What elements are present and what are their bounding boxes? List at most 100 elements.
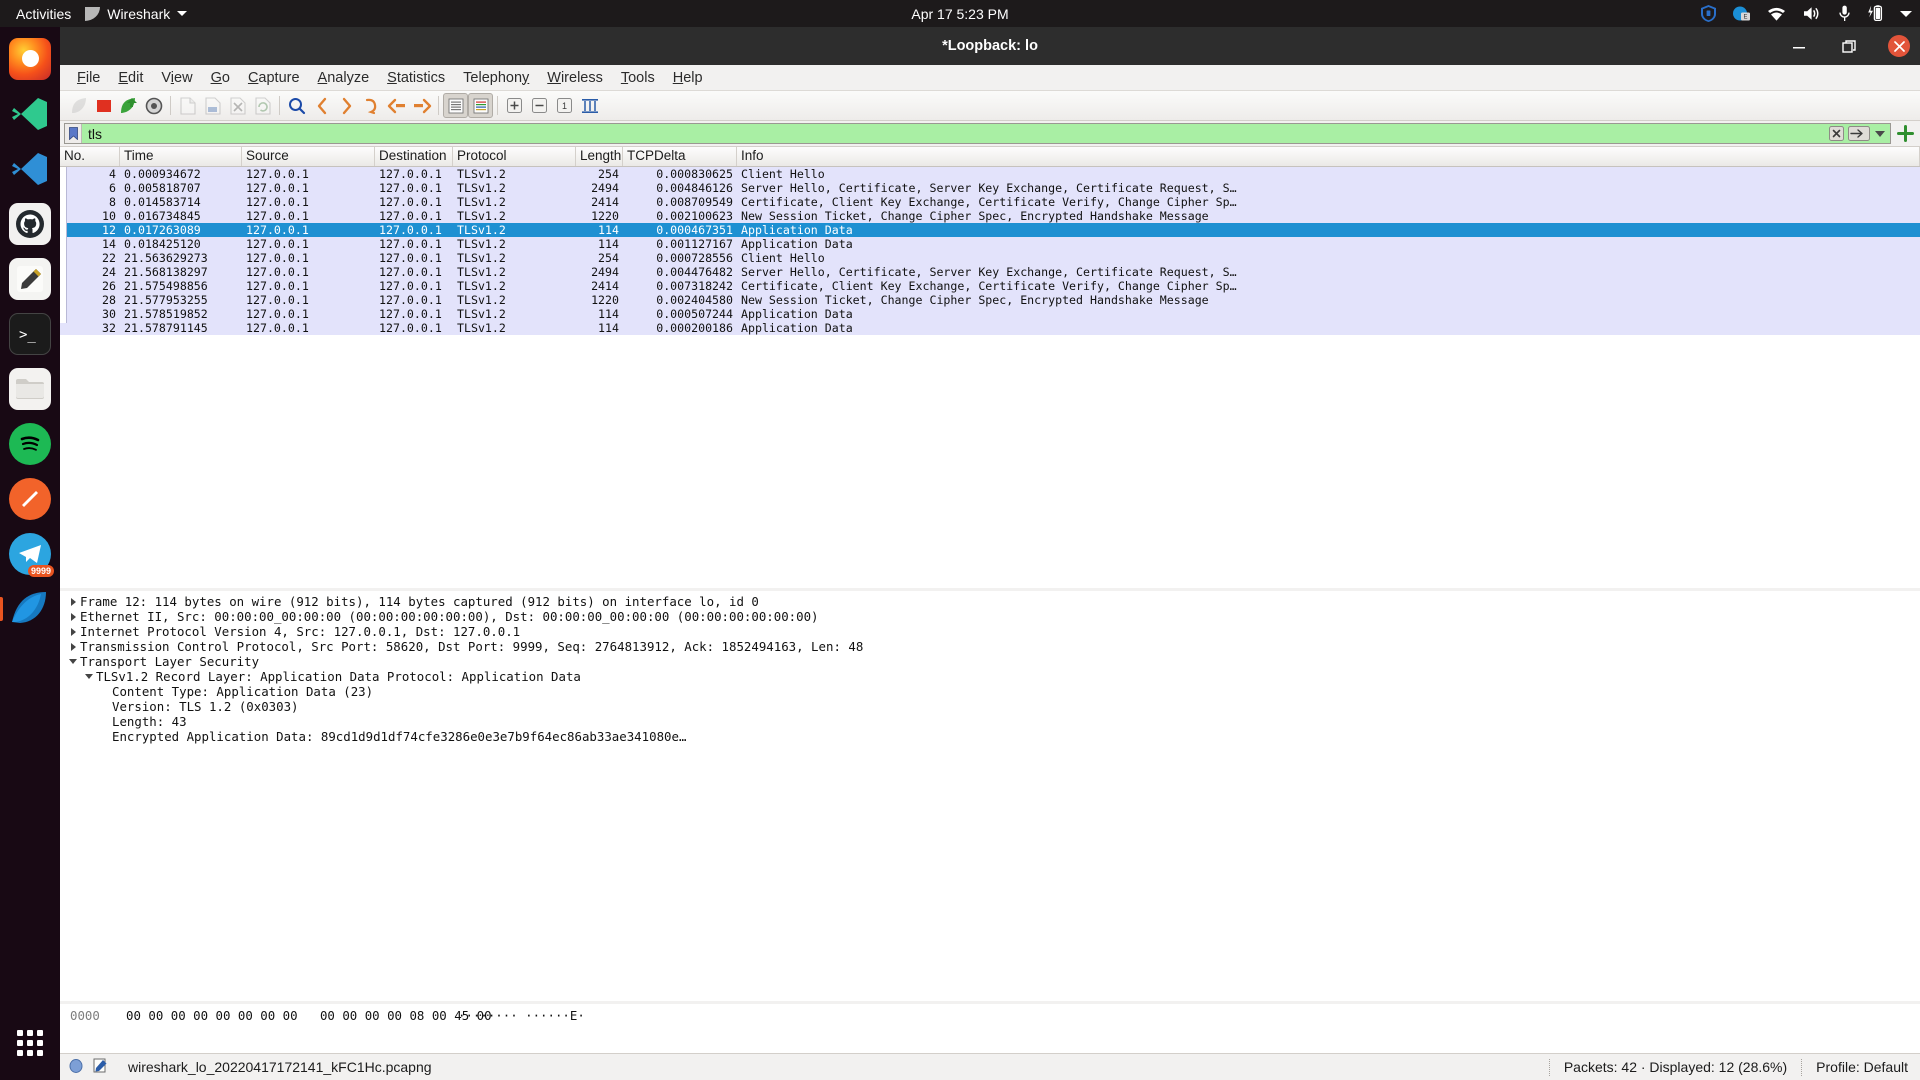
wifi-icon[interactable]: [1767, 7, 1786, 21]
close-button[interactable]: [1888, 35, 1910, 57]
column-header-destination[interactable]: Destination: [375, 147, 453, 166]
expert-info-icon[interactable]: [68, 1058, 84, 1077]
detail-tree-item[interactable]: Length: 43: [60, 714, 1920, 729]
packet-bytes[interactable]: 0000 00 00 00 00 00 00 00 00 00 00 00 00 …: [60, 1004, 1920, 1053]
column-header-length[interactable]: Length: [576, 147, 623, 166]
go-back-icon[interactable]: [309, 93, 334, 118]
menu-capture[interactable]: Capture: [239, 68, 309, 88]
menu-edit[interactable]: Edit: [109, 68, 152, 88]
chevron-right-icon[interactable]: [66, 612, 80, 621]
dock-item-text-editor[interactable]: [0, 251, 60, 306]
chevron-down-icon[interactable]: [82, 674, 96, 679]
chevron-right-icon[interactable]: [66, 597, 80, 606]
go-forward-icon[interactable]: [334, 93, 359, 118]
bookmark-icon[interactable]: [65, 124, 82, 143]
clear-filter-icon[interactable]: [1829, 126, 1844, 141]
column-header-protocol[interactable]: Protocol: [453, 147, 576, 166]
battery-icon[interactable]: [1867, 5, 1883, 22]
packet-list-row[interactable]: 4 0.000934672 127.0.0.1 127.0.0.1 TLSv1.2 254…: [60, 167, 1920, 181]
apply-filter-icon[interactable]: [1848, 126, 1870, 141]
packet-list-row[interactable]: 6 0.005818707 127.0.0.1 127.0.0.1 TLSv1.2 249…: [60, 181, 1920, 195]
packet-list-row[interactable]: 14 0.018425120 127.0.0.1 127.0.0.1 TLSv1.2 11…: [60, 237, 1920, 251]
menu-file[interactable]: File: [68, 68, 109, 88]
detail-tree-item[interactable]: Content Type: Application Data (23): [60, 684, 1920, 699]
maximize-button[interactable]: [1838, 35, 1860, 57]
packet-list-row[interactable]: 12 0.017263089 127.0.0.1 127.0.0.1 TLSv1.2 11…: [60, 223, 1920, 237]
packet-list-row[interactable]: 28 21.577953255 127.0.0.1 127.0.0.1 TLSv1.2 1…: [60, 293, 1920, 307]
dock-item-wireshark[interactable]: [0, 581, 60, 636]
packet-list[interactable]: No. Time Source Destination Protocol Len…: [60, 147, 1920, 591]
detail-tree-item[interactable]: Transmission Control Protocol, Src Port:…: [60, 639, 1920, 654]
start-capture-icon[interactable]: [66, 93, 91, 118]
packet-details[interactable]: Frame 12: 114 bytes on wire (912 bits), …: [60, 591, 1920, 1004]
restart-capture-icon[interactable]: [116, 93, 141, 118]
menu-telephony[interactable]: Telephony: [454, 68, 538, 88]
detail-tree-item[interactable]: Version: TLS 1.2 (0x0303): [60, 699, 1920, 714]
display-filter-input-wrap[interactable]: [64, 123, 1891, 144]
clock[interactable]: Apr 17 5:23 PM: [911, 6, 1008, 22]
packet-list-row[interactable]: 24 21.568138297 127.0.0.1 127.0.0.1 TLSv1.2 2…: [60, 265, 1920, 279]
volume-icon[interactable]: [1803, 6, 1822, 21]
dock-item-spotify[interactable]: [0, 416, 60, 471]
menu-tools[interactable]: Tools: [612, 68, 664, 88]
statusbar-profile[interactable]: Profile: Default: [1816, 1059, 1920, 1075]
menu-go[interactable]: Go: [202, 68, 239, 88]
packet-list-row[interactable]: 26 21.575498856 127.0.0.1 127.0.0.1 TLSv1.2 2…: [60, 279, 1920, 293]
app-menu-wireshark[interactable]: Wireshark: [85, 6, 188, 22]
dock-item-vscode[interactable]: [0, 141, 60, 196]
dock-item-firefox[interactable]: [0, 31, 60, 86]
detail-tree-item[interactable]: Frame 12: 114 bytes on wire (912 bits), …: [60, 594, 1920, 609]
zoom-in-icon[interactable]: [502, 93, 527, 118]
column-header-source[interactable]: Source: [242, 147, 375, 166]
go-to-first-packet-icon[interactable]: [384, 93, 409, 118]
dock-item-files[interactable]: [0, 361, 60, 416]
dock-item-telegram[interactable]: 9999: [0, 526, 60, 581]
chevron-right-icon[interactable]: [66, 642, 80, 651]
dock-item-postman[interactable]: [0, 471, 60, 526]
column-header-tcpdelta[interactable]: TCPDelta: [623, 147, 737, 166]
filter-expression-icon[interactable]: [1874, 128, 1886, 140]
screencast-icon[interactable]: E: [1733, 6, 1750, 21]
detail-tree-item[interactable]: Internet Protocol Version 4, Src: 127.0.…: [60, 624, 1920, 639]
minimize-button[interactable]: [1788, 35, 1810, 57]
menu-view[interactable]: View: [152, 68, 201, 88]
stop-capture-icon[interactable]: [91, 93, 116, 118]
microphone-icon[interactable]: [1839, 5, 1850, 22]
menu-help[interactable]: Help: [664, 68, 712, 88]
colorize-packets-icon[interactable]: [468, 93, 493, 118]
shield-icon[interactable]: [1701, 5, 1716, 22]
packet-list-body[interactable]: 4 0.000934672 127.0.0.1 127.0.0.1 TLSv1.2 254…: [60, 167, 1920, 335]
open-file-icon[interactable]: [175, 93, 200, 118]
resize-columns-icon[interactable]: [577, 93, 602, 118]
packet-list-row[interactable]: 32 21.578791145 127.0.0.1 127.0.0.1 TLSv1.2 1…: [60, 321, 1920, 335]
go-to-packet-icon[interactable]: [359, 93, 384, 118]
find-packet-icon[interactable]: [284, 93, 309, 118]
add-filter-button-icon[interactable]: [1894, 123, 1916, 145]
save-file-icon[interactable]: [200, 93, 225, 118]
reload-file-icon[interactable]: [250, 93, 275, 118]
zoom-out-icon[interactable]: [527, 93, 552, 118]
packet-list-row[interactable]: 10 0.016734845 127.0.0.1 127.0.0.1 TLSv1.2 12…: [60, 209, 1920, 223]
column-header-no[interactable]: No.: [60, 147, 120, 166]
dock-item-terminal[interactable]: >_: [0, 306, 60, 361]
packet-list-row[interactable]: 30 21.578519852 127.0.0.1 127.0.0.1 TLSv1.2 1…: [60, 307, 1920, 321]
auto-scroll-icon[interactable]: [443, 93, 468, 118]
activities-button[interactable]: Activities: [0, 6, 85, 22]
display-filter-input[interactable]: [82, 125, 1829, 142]
column-header-info[interactable]: Info: [737, 147, 1920, 166]
show-applications-button[interactable]: [0, 1015, 60, 1070]
chevron-right-icon[interactable]: [66, 627, 80, 636]
chevron-down-icon[interactable]: [1900, 10, 1912, 18]
detail-tree-item[interactable]: Transport Layer Security: [60, 654, 1920, 669]
capture-comment-icon[interactable]: [92, 1058, 108, 1077]
detail-tree-item[interactable]: Encrypted Application Data: 89cd1d9d1df7…: [60, 729, 1920, 744]
detail-tree-item[interactable]: Ethernet II, Src: 00:00:00_00:00:00 (00:…: [60, 609, 1920, 624]
go-to-last-packet-icon[interactable]: [409, 93, 434, 118]
dock-item-github-desktop[interactable]: [0, 196, 60, 251]
menu-wireless[interactable]: Wireless: [538, 68, 612, 88]
zoom-reset-icon[interactable]: 1: [552, 93, 577, 118]
menu-analyze[interactable]: Analyze: [309, 68, 379, 88]
packet-list-row[interactable]: 8 0.014583714 127.0.0.1 127.0.0.1 TLSv1.2 241…: [60, 195, 1920, 209]
column-header-time[interactable]: Time: [120, 147, 242, 166]
detail-tree-item[interactable]: TLSv1.2 Record Layer: Application Data P…: [60, 669, 1920, 684]
